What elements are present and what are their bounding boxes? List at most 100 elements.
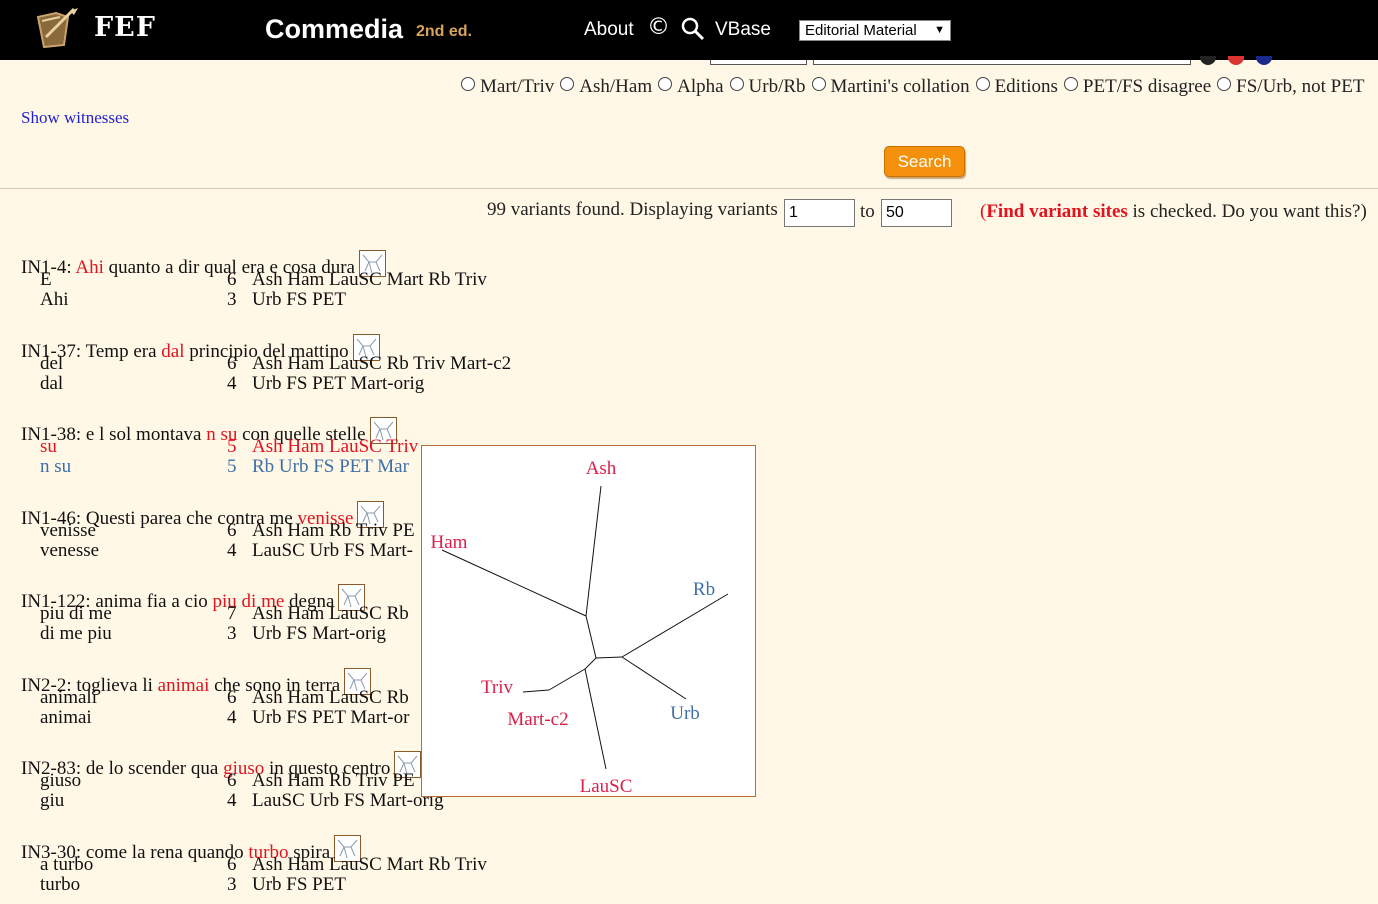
tree-branch <box>621 656 687 700</box>
variant-reading: Ahi <box>40 289 69 310</box>
variant-entry: IN1-4: Ahi quanto a dir qual era e cosa … <box>21 243 487 310</box>
variant-entry: IN1-38: e l sol montava n su con quelle … <box>21 410 418 477</box>
filter-radio-option[interactable]: Urb/Rb <box>729 76 806 98</box>
filter-radio-label: Editions <box>994 76 1058 97</box>
from-variant-input[interactable]: 1 <box>784 199 855 227</box>
tree-node-label: Rb <box>693 579 715 600</box>
tree-node-label: Ash <box>586 458 617 479</box>
witness-count: 6 <box>227 269 237 290</box>
variant-reading: turbo <box>40 874 81 895</box>
witness-list: Ash Ham LauSC Rb Triv Mart-c2 <box>252 353 512 374</box>
copyright-icon[interactable]: © <box>647 14 670 40</box>
variant-reading: venesse <box>40 540 100 561</box>
witness-list: Ash Ham LauSC Rb <box>252 687 409 708</box>
witness-list: LauSC Urb FS Mart- <box>252 540 413 561</box>
variant-reading: animai <box>40 707 92 728</box>
filter-radio-option[interactable]: Alpha <box>658 76 724 98</box>
editorial-material-select[interactable]: Editorial Material ▼ <box>799 20 951 41</box>
witness-count: 7 <box>227 603 237 624</box>
witness-list: Ash Ham LauSC Rb <box>252 603 409 624</box>
radio-button-icon[interactable] <box>1063 77 1078 91</box>
witness-count: 3 <box>227 289 237 310</box>
radio-button-icon[interactable] <box>461 77 475 91</box>
variant-row: dal 4 Urb FS PET Mart-orig <box>21 374 541 394</box>
witness-list: Ash Ham Rb Triv PE <box>252 770 415 791</box>
witness-list: Ash Ham LauSC Mart Rb Triv <box>252 269 487 290</box>
variant-row: a turbo 6 Ash Ham LauSC Mart Rb Triv <box>21 855 541 875</box>
tree-branch <box>522 689 550 693</box>
variant-reading: a turbo <box>40 854 94 875</box>
variant-reading: giuso <box>40 770 82 791</box>
radio-button-icon[interactable] <box>729 77 744 91</box>
tree-node-label: Mart-c2 <box>507 709 568 730</box>
witness-count: 5 <box>227 436 237 457</box>
witness-count: 5 <box>227 456 237 477</box>
radio-button-icon[interactable] <box>658 77 673 91</box>
logo-text[interactable]: FEF <box>94 12 156 43</box>
filter-radio-option[interactable]: Martini's collation <box>811 76 970 98</box>
find-variant-sites-link[interactable]: Find variant sites <box>986 201 1127 222</box>
radio-button-icon[interactable] <box>1217 77 1232 91</box>
filter-radio-option[interactable]: FS/Urb, not PET <box>1217 76 1364 98</box>
search-button[interactable]: Search <box>884 146 965 177</box>
radio-button-icon[interactable] <box>975 77 990 91</box>
filter-radio-label: Alpha <box>677 76 724 97</box>
variant-reading: animali <box>40 687 97 708</box>
tree-node-label: LauSC <box>580 776 633 797</box>
witness-list: Urb FS PET <box>252 289 346 310</box>
filter-radio-option[interactable]: PET/FS disagree <box>1063 76 1211 98</box>
variant-row: del 6 Ash Ham LauSC Rb Triv Mart-c2 <box>21 354 541 374</box>
filter-radio-label: Mart/Triv <box>480 76 555 97</box>
app-title[interactable]: Commedia <box>265 14 403 45</box>
variant-reading: giu <box>40 790 65 811</box>
select-value: Editorial Material <box>805 22 917 39</box>
variant-reading: piu di me <box>40 603 112 624</box>
filter-radio-group: Mart/Triv Ash/Ham Alpha Urb/Rb Martini's col… <box>461 76 1370 98</box>
variant-entry: IN2-83: de lo scender qua giuso in quest… <box>21 744 444 811</box>
tree-branch <box>441 549 587 617</box>
tree-node-label: Ham <box>431 532 468 553</box>
variant-reading: dal <box>40 373 64 394</box>
filter-radio-label: Urb/Rb <box>748 76 806 97</box>
filter-radio-option[interactable]: Mart/Triv <box>461 76 554 98</box>
witness-count: 6 <box>227 520 237 541</box>
quill-scroll-logo-icon[interactable] <box>34 7 80 49</box>
witness-list: Rb Urb FS PET Mar <box>252 456 409 477</box>
vbase-link[interactable]: VBase <box>715 19 771 41</box>
find-variant-sites-message: (Find variant sites is checked. Do you w… <box>980 201 1367 223</box>
witness-count: 3 <box>227 623 237 644</box>
msg-rest: is checked. Do you want this?) <box>1127 201 1367 222</box>
variant-row: Ahi 3 Urb FS PET <box>21 290 541 310</box>
search-icon[interactable] <box>680 16 706 42</box>
to-variant-input[interactable]: 50 <box>881 199 952 227</box>
results-count: 99 variants found. Displaying variants <box>487 199 778 220</box>
witness-count: 4 <box>227 707 237 728</box>
variant-reading: E <box>40 269 52 290</box>
filter-radio-option[interactable]: Editions <box>975 76 1058 98</box>
tree-branch <box>621 593 729 658</box>
unrooted-tree-diagram: Ash Ham Rb Triv Mart-c2 Urb LauSC <box>431 458 729 797</box>
variant-reading: n su <box>40 456 72 477</box>
witness-count: 3 <box>227 874 237 895</box>
show-witnesses-link[interactable]: Show witnesses <box>21 108 129 128</box>
witness-count: 6 <box>227 770 237 791</box>
witness-list: Ash Ham LauSC Mart Rb Triv <box>252 854 487 875</box>
stemma-tree-popup: Ash Ham Rb Triv Mart-c2 Urb LauSC <box>421 445 756 797</box>
witness-count: 6 <box>227 353 237 374</box>
top-nav-bar: FEF Commedia 2nd ed. About © VBase Edito… <box>0 0 1378 60</box>
variant-reading: venisse <box>40 520 96 541</box>
tree-branch <box>584 657 597 670</box>
variant-reading: del <box>40 353 64 374</box>
edition-label: 2nd ed. <box>416 23 473 40</box>
witness-count: 4 <box>227 540 237 561</box>
about-link[interactable]: About <box>584 19 634 41</box>
witness-list: Urb FS PET <box>252 874 346 895</box>
witness-list: LauSC Urb FS Mart-orig <box>252 790 444 811</box>
witness-list: Ash Ham LauSC Triv <box>252 436 419 457</box>
hidden-dot-icon <box>1256 56 1272 65</box>
filter-radio-option[interactable]: Ash/Ham <box>560 76 652 98</box>
radio-button-icon[interactable] <box>811 77 826 91</box>
variant-entry: IN3-30: come la rena quando turbo spira a… <box>21 828 487 895</box>
witness-count: 4 <box>227 790 237 811</box>
radio-button-icon[interactable] <box>560 77 575 91</box>
